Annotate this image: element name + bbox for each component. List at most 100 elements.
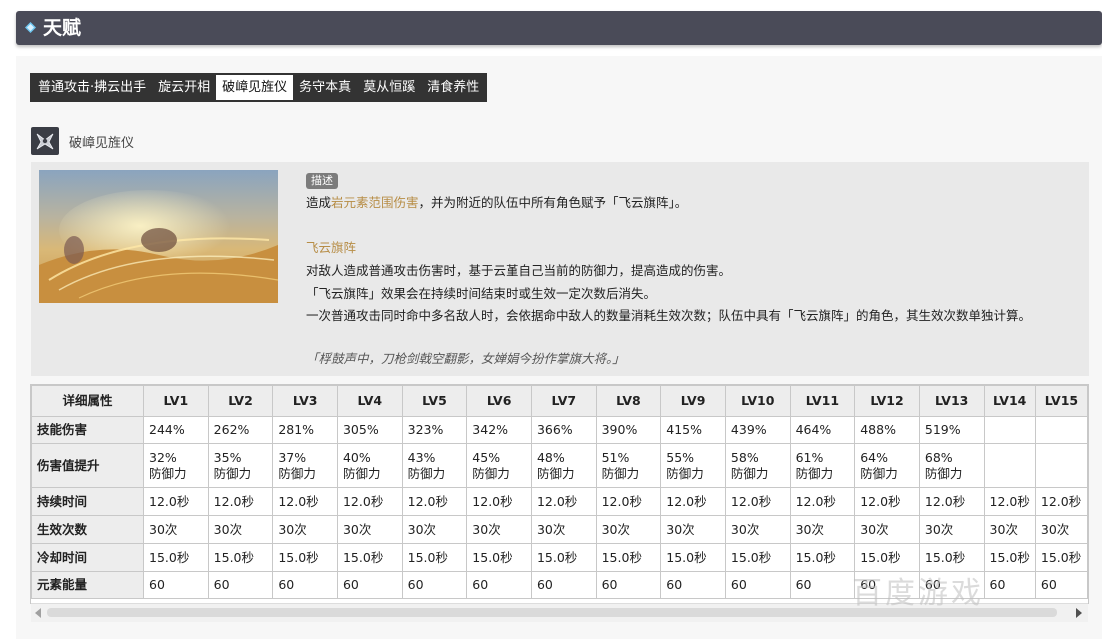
level-header: LV2: [207, 385, 274, 417]
table-cell: 37% 防御力: [272, 443, 338, 488]
cell-line: 防御力: [213, 465, 252, 481]
table-cell: 15.0秒: [401, 543, 468, 572]
table-cell: 15.0秒: [1034, 543, 1088, 572]
level-header: LV13: [918, 385, 985, 417]
skill-preview-image: [39, 170, 278, 303]
table-cell: 60: [530, 571, 597, 599]
table-cell: 262%: [207, 416, 274, 444]
table-cell: 60: [789, 571, 856, 599]
level-header: LV10: [724, 385, 791, 417]
table-cell: 12.0秒: [530, 487, 597, 516]
table-header-label: 详细属性: [31, 385, 145, 417]
table-cell: 305%: [336, 416, 403, 444]
table-cell: 12.0秒: [724, 487, 791, 516]
level-header: LV12: [854, 385, 920, 417]
level-header: LV14: [983, 385, 1036, 417]
table-cell: 15.0秒: [789, 543, 856, 572]
table-cell: 12.0秒: [918, 487, 985, 516]
cell-line: 35%: [213, 449, 242, 465]
table-cell: 48% 防御力: [530, 443, 597, 488]
table-cell: 32% 防御力: [143, 443, 209, 488]
row-label: 持续时间: [31, 487, 145, 516]
table-cell: 12.0秒: [272, 487, 338, 516]
cell-line: 防御力: [536, 465, 575, 481]
table-cell: 64% 防御力: [854, 443, 920, 488]
table-cell: 15.0秒: [660, 543, 726, 572]
table-row: 技能伤害 244% 262% 281% 305% 323% 342% 366% 390% 415%…: [31, 416, 1088, 444]
table-cell: 15.0秒: [530, 543, 597, 572]
table-cell: 58% 防御力: [724, 443, 791, 488]
table-cell: 12.0秒: [336, 487, 403, 516]
effect-subtitle: 飞云旗阵: [306, 240, 357, 255]
cell-line: 51%: [601, 449, 630, 465]
table-cell: 15.0秒: [143, 543, 209, 572]
table-cell: 30次: [724, 515, 791, 544]
flavor-quote: 「桴鼓声中，刀枪剑戟空翻影，女婵娟今扮作掌旗大将。」: [306, 351, 625, 366]
cell-line: 防御力: [407, 465, 446, 481]
table-cell: 60: [272, 571, 338, 599]
table-cell: 12.0秒: [660, 487, 726, 516]
table-cell: 60: [595, 571, 662, 599]
cell-line: 防御力: [924, 465, 963, 481]
table-row: 生效次数 30次 30次 30次 30次 30次 30次 30次 30次 30次 30次 30次 30次…: [31, 515, 1088, 544]
tab-elemental-skill[interactable]: 旋云开相: [152, 75, 216, 100]
cell-line: 防御力: [795, 465, 834, 481]
table-cell: 60: [207, 571, 274, 599]
table-cell: 15.0秒: [466, 543, 532, 572]
cell-line: 58%: [730, 449, 759, 465]
scroll-right-arrow-icon[interactable]: [1076, 608, 1082, 618]
cell-line: 防御力: [278, 465, 316, 481]
attribute-table: 详细属性 LV1 LV2 LV3 LV4 LV5 LV6 LV7 LV8 LV9…: [31, 385, 1088, 599]
table-cell: 519%: [918, 416, 985, 444]
table-cell: 12.0秒: [983, 487, 1036, 516]
tab-passive-1[interactable]: 务守本真: [293, 75, 357, 100]
table-cell: 12.0秒: [1034, 487, 1088, 516]
tab-passive-2[interactable]: 莫从恒蹊: [357, 75, 421, 100]
table-cell: 30次: [983, 515, 1036, 544]
table-cell: 30次: [595, 515, 662, 544]
element-damage-highlight: 岩元素范围伤害: [331, 195, 419, 210]
skill-name: 破嶂见旌仪: [69, 135, 135, 151]
table-cell: 30次: [401, 515, 468, 544]
description-line-5: 一次普通攻击同时命中多名敌人时，会依据命中敌人的数量消耗生效次数；队伍中具有「飞…: [306, 308, 1032, 323]
table-cell: 30次: [530, 515, 597, 544]
table-cell: 60: [336, 571, 403, 599]
table-cell: 15.0秒: [595, 543, 662, 572]
table-cell: [1034, 443, 1088, 488]
cell-line: 37%: [278, 449, 307, 465]
table-cell: 35% 防御力: [207, 443, 274, 488]
table-cell: 30次: [336, 515, 403, 544]
table-cell: 464%: [789, 416, 856, 444]
table-row: 伤害值提升 32% 防御力 35% 防御力 37% 防御力 40% 防御力 43% 防御力 45% 防御…: [31, 443, 1088, 488]
tab-elemental-burst[interactable]: 破嶂见旌仪: [216, 75, 294, 100]
scroll-left-arrow-icon[interactable]: [35, 608, 41, 618]
tab-normal-attack[interactable]: 普通攻击·拂云出手: [32, 75, 152, 100]
row-label: 伤害值提升: [31, 443, 145, 488]
description-line-3: 对敌人造成普通攻击伤害时，基于云堇自己当前的防御力，提高造成的伤害。: [306, 263, 732, 278]
level-header: LV9: [660, 385, 726, 417]
level-header: LV3: [272, 385, 338, 417]
cell-line: 防御力: [860, 465, 898, 481]
table-cell: 51% 防御力: [595, 443, 662, 488]
level-header: LV1: [143, 385, 209, 417]
description-line-4: 「飞云旗阵」效果会在持续时间结束时或生效一定次数后消失。: [306, 286, 657, 301]
tab-passive-3[interactable]: 清食养性: [421, 75, 485, 100]
level-header: LV4: [336, 385, 403, 417]
section-title: 天赋: [43, 17, 82, 39]
table-cell: 15.0秒: [724, 543, 791, 572]
table-header-row: 详细属性 LV1 LV2 LV3 LV4 LV5 LV6 LV7 LV8 LV9…: [31, 385, 1088, 417]
table-cell: 30次: [660, 515, 726, 544]
table-row: 持续时间 12.0秒 12.0秒 12.0秒 12.0秒 12.0秒 12.0秒 12.0秒 1…: [31, 487, 1088, 516]
table-cell: 60: [401, 571, 468, 599]
table-cell: 30次: [466, 515, 532, 544]
table-cell: 60: [1034, 571, 1088, 599]
table-cell: 439%: [724, 416, 791, 444]
table-cell: 366%: [530, 416, 597, 444]
table-cell: 45% 防御力: [466, 443, 532, 488]
table-cell: 30次: [207, 515, 274, 544]
table-cell: 30次: [272, 515, 338, 544]
table-cell: 60: [724, 571, 791, 599]
table-cell: 30次: [854, 515, 920, 544]
level-header: LV15: [1034, 385, 1088, 417]
row-label: 生效次数: [31, 515, 145, 544]
